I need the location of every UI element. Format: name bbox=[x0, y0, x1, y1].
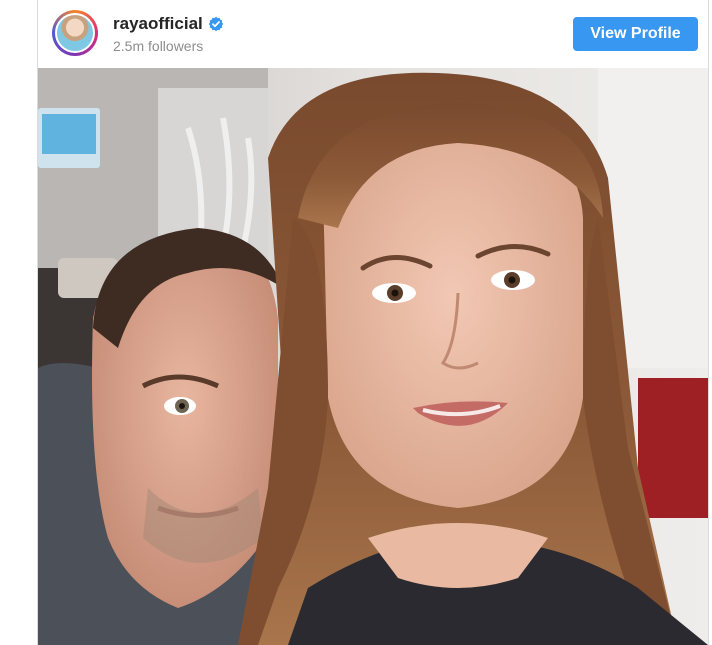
selfie-photo[interactable] bbox=[38, 68, 708, 645]
username-row: rayaofficial bbox=[113, 14, 224, 34]
post-header: rayaofficial 2.5m followers View Profile bbox=[38, 0, 708, 68]
view-profile-button[interactable]: View Profile bbox=[573, 17, 698, 51]
verified-badge-icon bbox=[208, 16, 224, 32]
avatar[interactable] bbox=[55, 13, 95, 53]
username-link[interactable]: rayaofficial bbox=[113, 14, 203, 34]
follower-count: 2.5m followers bbox=[113, 38, 204, 54]
instagram-embed: rayaofficial 2.5m followers View Profile bbox=[37, 0, 709, 645]
photo-illustration bbox=[38, 68, 708, 645]
profile-avatar-ring[interactable] bbox=[52, 10, 98, 56]
